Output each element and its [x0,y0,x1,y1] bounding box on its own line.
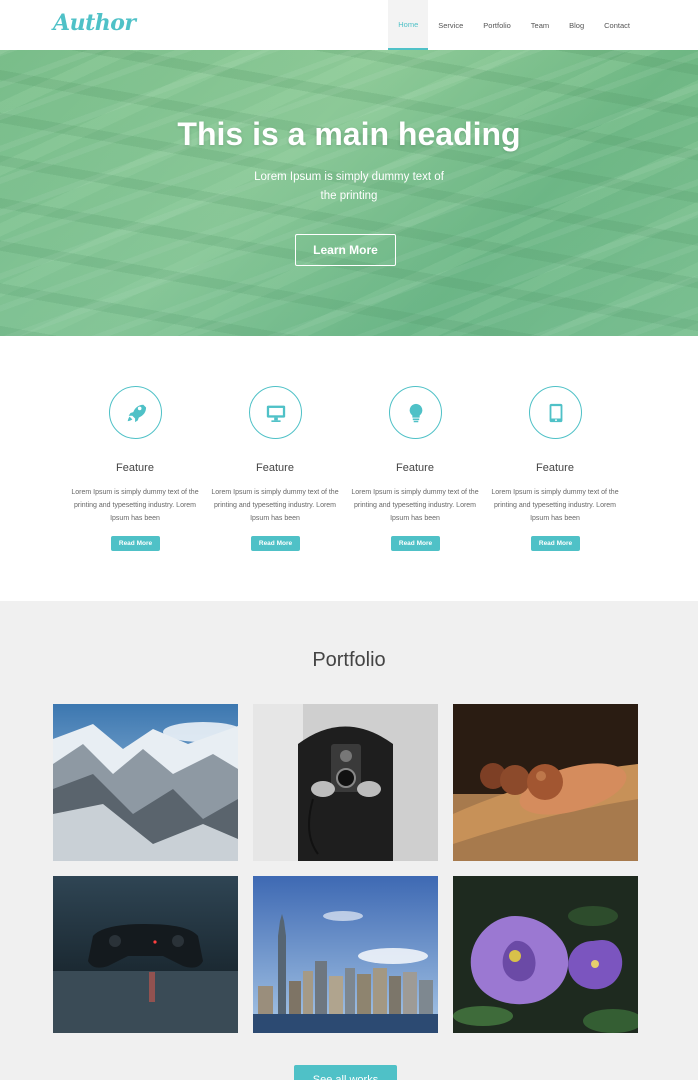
lightbulb-icon [389,386,442,439]
rocket-icon [109,386,162,439]
read-more-button[interactable]: Read More [531,536,580,551]
features-section: Feature Lorem Ipsum is simply dummy text… [0,336,698,601]
city-skyline-photo[interactable] [253,876,438,1033]
tablet-icon [529,386,582,439]
nav-service[interactable]: Service [428,0,473,50]
feature-text: Lorem Ipsum is simply dummy text of the … [71,489,199,522]
nav-team[interactable]: Team [521,0,559,50]
feature-title: Feature [536,462,574,474]
read-more-button[interactable]: Read More [251,536,300,551]
nav-contact[interactable]: Contact [594,0,640,50]
monitor-icon [249,386,302,439]
feature-text: Lorem Ipsum is simply dummy text of the … [491,489,619,522]
nav-portfolio[interactable]: Portfolio [473,0,521,50]
feature-title: Feature [396,462,434,474]
main-nav: Home Service Portfolio Team Blog Contact [388,0,640,50]
site-header: Author Home Service Portfolio Team Blog … [0,0,698,50]
hero-subtitle: Lorem Ipsum is simply dummy text of the … [254,171,444,202]
feature-card: Feature Lorem Ipsum is simply dummy text… [345,336,485,601]
seeds-photo[interactable] [453,704,638,861]
feature-card: Feature Lorem Ipsum is simply dummy text… [205,336,345,601]
portfolio-title: Portfolio [312,649,386,671]
hero-heading: This is a main heading [177,116,521,152]
learn-more-button[interactable]: Learn More [295,234,396,266]
read-more-button[interactable]: Read More [111,536,160,551]
portfolio-section: Portfolio See all works [0,601,698,1080]
nav-home[interactable]: Home [388,0,429,50]
feature-card: Feature Lorem Ipsum is simply dummy text… [485,336,625,601]
hero-banner: This is a main heading Lorem Ipsum is si… [0,50,698,336]
mountains-photo[interactable] [53,704,238,861]
site-logo[interactable]: Author [53,10,136,36]
read-more-button[interactable]: Read More [391,536,440,551]
feature-title: Feature [116,462,154,474]
feature-title: Feature [256,462,294,474]
see-all-works-button[interactable]: See all works [294,1065,397,1080]
feature-text: Lorem Ipsum is simply dummy text of the … [351,489,479,522]
camera-photo[interactable] [253,704,438,861]
purple-flowers-photo[interactable] [453,876,638,1033]
feature-card: Feature Lorem Ipsum is simply dummy text… [65,336,205,601]
feature-text: Lorem Ipsum is simply dummy text of the … [211,489,339,522]
gamepad-photo[interactable] [53,876,238,1033]
nav-blog[interactable]: Blog [559,0,594,50]
